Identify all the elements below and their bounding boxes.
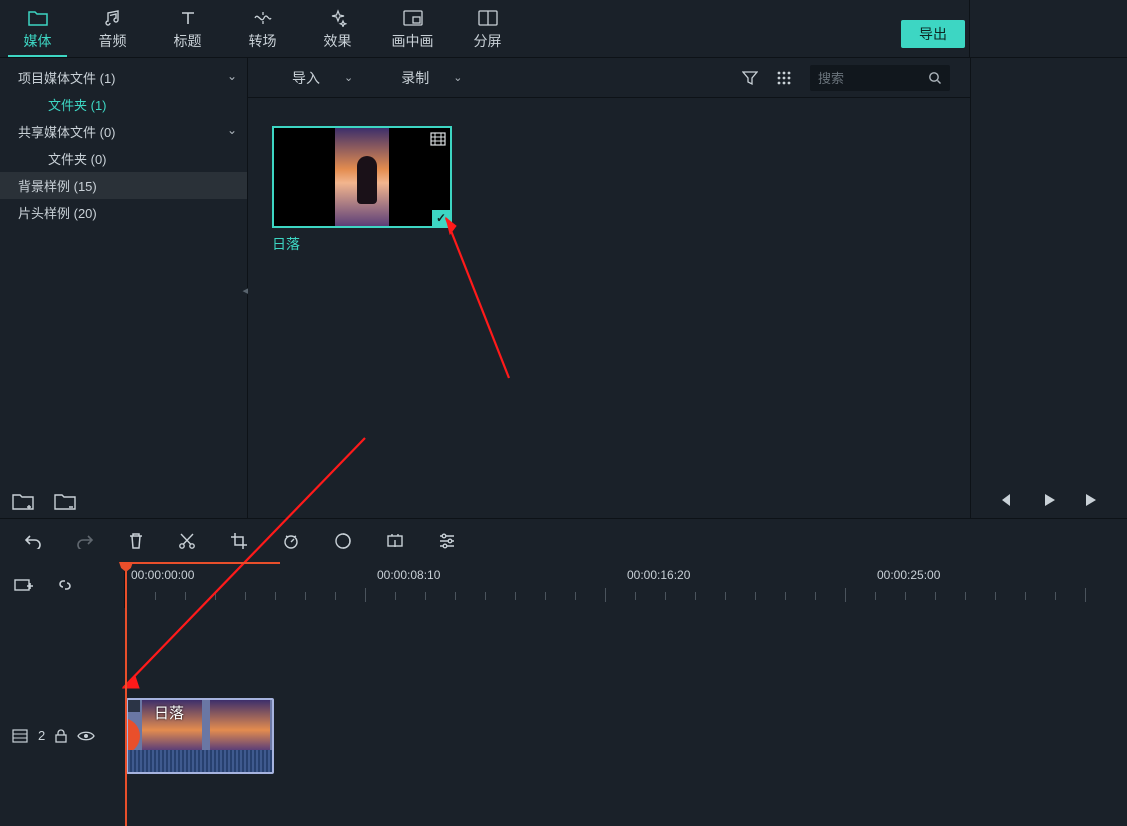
- clip-thumbnail: [210, 700, 270, 750]
- playhead-range: [125, 562, 280, 564]
- sparkle-icon: [329, 7, 347, 29]
- filter-icon[interactable]: [742, 70, 758, 86]
- tab-split-label: 分屏: [474, 31, 502, 51]
- sidebar-item-label: 背景样例 (15): [18, 176, 97, 195]
- export-button[interactable]: 导出: [901, 20, 965, 48]
- playhead[interactable]: [125, 562, 127, 826]
- clip-name: 日落: [154, 702, 184, 723]
- green-screen-button[interactable]: [386, 532, 404, 550]
- crop-button[interactable]: [230, 532, 248, 550]
- sidebar-item-intro-samples[interactable]: 片头样例 (20): [0, 199, 247, 226]
- folder-icon: [28, 7, 48, 29]
- timeline-ruler[interactable]: 00:00:00:00 00:00:08:10 00:00:16:20 00:0…: [125, 562, 1127, 608]
- undo-button[interactable]: [24, 533, 42, 549]
- mid-area: 项目媒体文件 (1) ⌄ 文件夹 (1) 共享媒体文件 (0) ⌄ 文件夹 (0…: [0, 58, 1127, 518]
- clip-marker: [126, 718, 140, 754]
- remove-folder-button[interactable]: [54, 492, 76, 510]
- filmstrip-icon: [12, 729, 28, 743]
- timeline-toolbar: [0, 518, 1127, 562]
- search-input[interactable]: 搜索: [810, 65, 950, 91]
- track-index: 2: [38, 728, 45, 743]
- tab-split[interactable]: 分屏: [450, 0, 525, 57]
- grid-view-icon[interactable]: [776, 70, 792, 86]
- media-library-sidebar: 项目媒体文件 (1) ⌄ 文件夹 (1) 共享媒体文件 (0) ⌄ 文件夹 (0…: [0, 58, 248, 518]
- text-icon: [179, 7, 197, 29]
- main-tabs: 媒体 音频 标题 转场 效果 画中画 分屏 导出: [0, 0, 1127, 58]
- sidebar-item-label: 项目媒体文件 (1): [18, 68, 116, 87]
- tab-pip-label: 画中画: [392, 31, 434, 51]
- cut-button[interactable]: [178, 532, 196, 550]
- record-dropdown[interactable]: 录制 ⌄: [401, 68, 462, 88]
- transition-icon: [253, 7, 273, 29]
- chevron-down-icon: ⌄: [344, 71, 353, 84]
- play-button[interactable]: [1041, 492, 1057, 508]
- track-header[interactable]: 2: [0, 693, 125, 778]
- tab-media-label: 媒体: [24, 31, 52, 51]
- splitscreen-icon: [478, 7, 498, 29]
- thumbnail-image: [335, 128, 389, 226]
- timestamp: 00:00:00:00: [131, 568, 194, 582]
- adjust-button[interactable]: [438, 533, 456, 549]
- content-toolbar: 导入 ⌄ 录制 ⌄ 搜索: [248, 58, 970, 98]
- media-item[interactable]: ✓ 日落: [272, 126, 452, 254]
- tab-title-label: 标题: [174, 31, 202, 51]
- sidebar-item-project-media[interactable]: 项目媒体文件 (1) ⌄: [0, 64, 247, 91]
- speed-button[interactable]: [282, 532, 300, 550]
- color-button[interactable]: [334, 532, 352, 550]
- track-body[interactable]: 日落: [125, 693, 1127, 778]
- sidebar-item-label: 文件夹 (0): [48, 149, 107, 168]
- search-placeholder: 搜索: [818, 68, 844, 87]
- sidebar-item-folder-1[interactable]: 文件夹 (1): [0, 91, 247, 118]
- divider: [969, 0, 970, 57]
- video-track: 2 日落: [0, 693, 1127, 778]
- timeline-clip[interactable]: 日落: [126, 698, 274, 774]
- tab-audio-label: 音频: [99, 31, 127, 51]
- link-button[interactable]: [56, 576, 74, 594]
- import-label: 导入: [292, 68, 320, 88]
- sidebar-item-label: 文件夹 (1): [48, 95, 107, 114]
- media-content: 导入 ⌄ 录制 ⌄ 搜索: [248, 58, 970, 518]
- timeline-header: 00:00:00:00 00:00:08:10 00:00:16:20 00:0…: [0, 562, 1127, 608]
- new-folder-button[interactable]: [12, 492, 34, 510]
- preview-panel: [970, 58, 1127, 518]
- sidebar-item-label: 片头样例 (20): [18, 203, 97, 222]
- used-check-icon: ✓: [432, 210, 450, 226]
- tab-effect-label: 效果: [324, 31, 352, 51]
- tab-effect[interactable]: 效果: [300, 0, 375, 57]
- tab-media[interactable]: 媒体: [0, 0, 75, 57]
- timeline-body: 2 日落: [0, 608, 1127, 826]
- step-forward-button[interactable]: [1083, 492, 1099, 508]
- search-icon: [928, 71, 942, 85]
- filmstrip-icon: [430, 132, 446, 146]
- lock-icon[interactable]: [55, 729, 67, 743]
- sidebar-item-folder-0[interactable]: 文件夹 (0): [0, 145, 247, 172]
- redo-button[interactable]: [76, 533, 94, 549]
- tab-transition-label: 转场: [249, 31, 277, 51]
- media-item-name: 日落: [272, 234, 300, 254]
- chevron-down-icon: ⌄: [227, 69, 237, 83]
- clip-audio-waveform: [128, 750, 272, 772]
- add-track-button[interactable]: [14, 577, 34, 593]
- tab-transition[interactable]: 转场: [225, 0, 300, 57]
- pip-icon: [403, 7, 423, 29]
- eye-icon[interactable]: [77, 730, 95, 742]
- import-dropdown[interactable]: 导入 ⌄: [292, 68, 353, 88]
- tab-pip[interactable]: 画中画: [375, 0, 450, 57]
- record-label: 录制: [401, 68, 429, 88]
- media-thumbnail[interactable]: ✓: [272, 126, 452, 228]
- chevron-down-icon: ⌄: [227, 123, 237, 137]
- timestamp: 00:00:16:20: [627, 568, 690, 582]
- chevron-down-icon: ⌄: [453, 71, 462, 84]
- sidebar-item-label: 共享媒体文件 (0): [18, 122, 116, 141]
- timestamp: 00:00:08:10: [377, 568, 440, 582]
- sidebar-item-background-samples[interactable]: 背景样例 (15): [0, 172, 247, 199]
- timestamp: 00:00:25:00: [877, 568, 940, 582]
- tab-audio[interactable]: 音频: [75, 0, 150, 57]
- step-back-button[interactable]: [999, 492, 1015, 508]
- ruler-ticks: [125, 588, 1127, 602]
- sidebar-item-shared-media[interactable]: 共享媒体文件 (0) ⌄: [0, 118, 247, 145]
- tab-title[interactable]: 标题: [150, 0, 225, 57]
- delete-button[interactable]: [128, 532, 144, 550]
- music-icon: [104, 7, 122, 29]
